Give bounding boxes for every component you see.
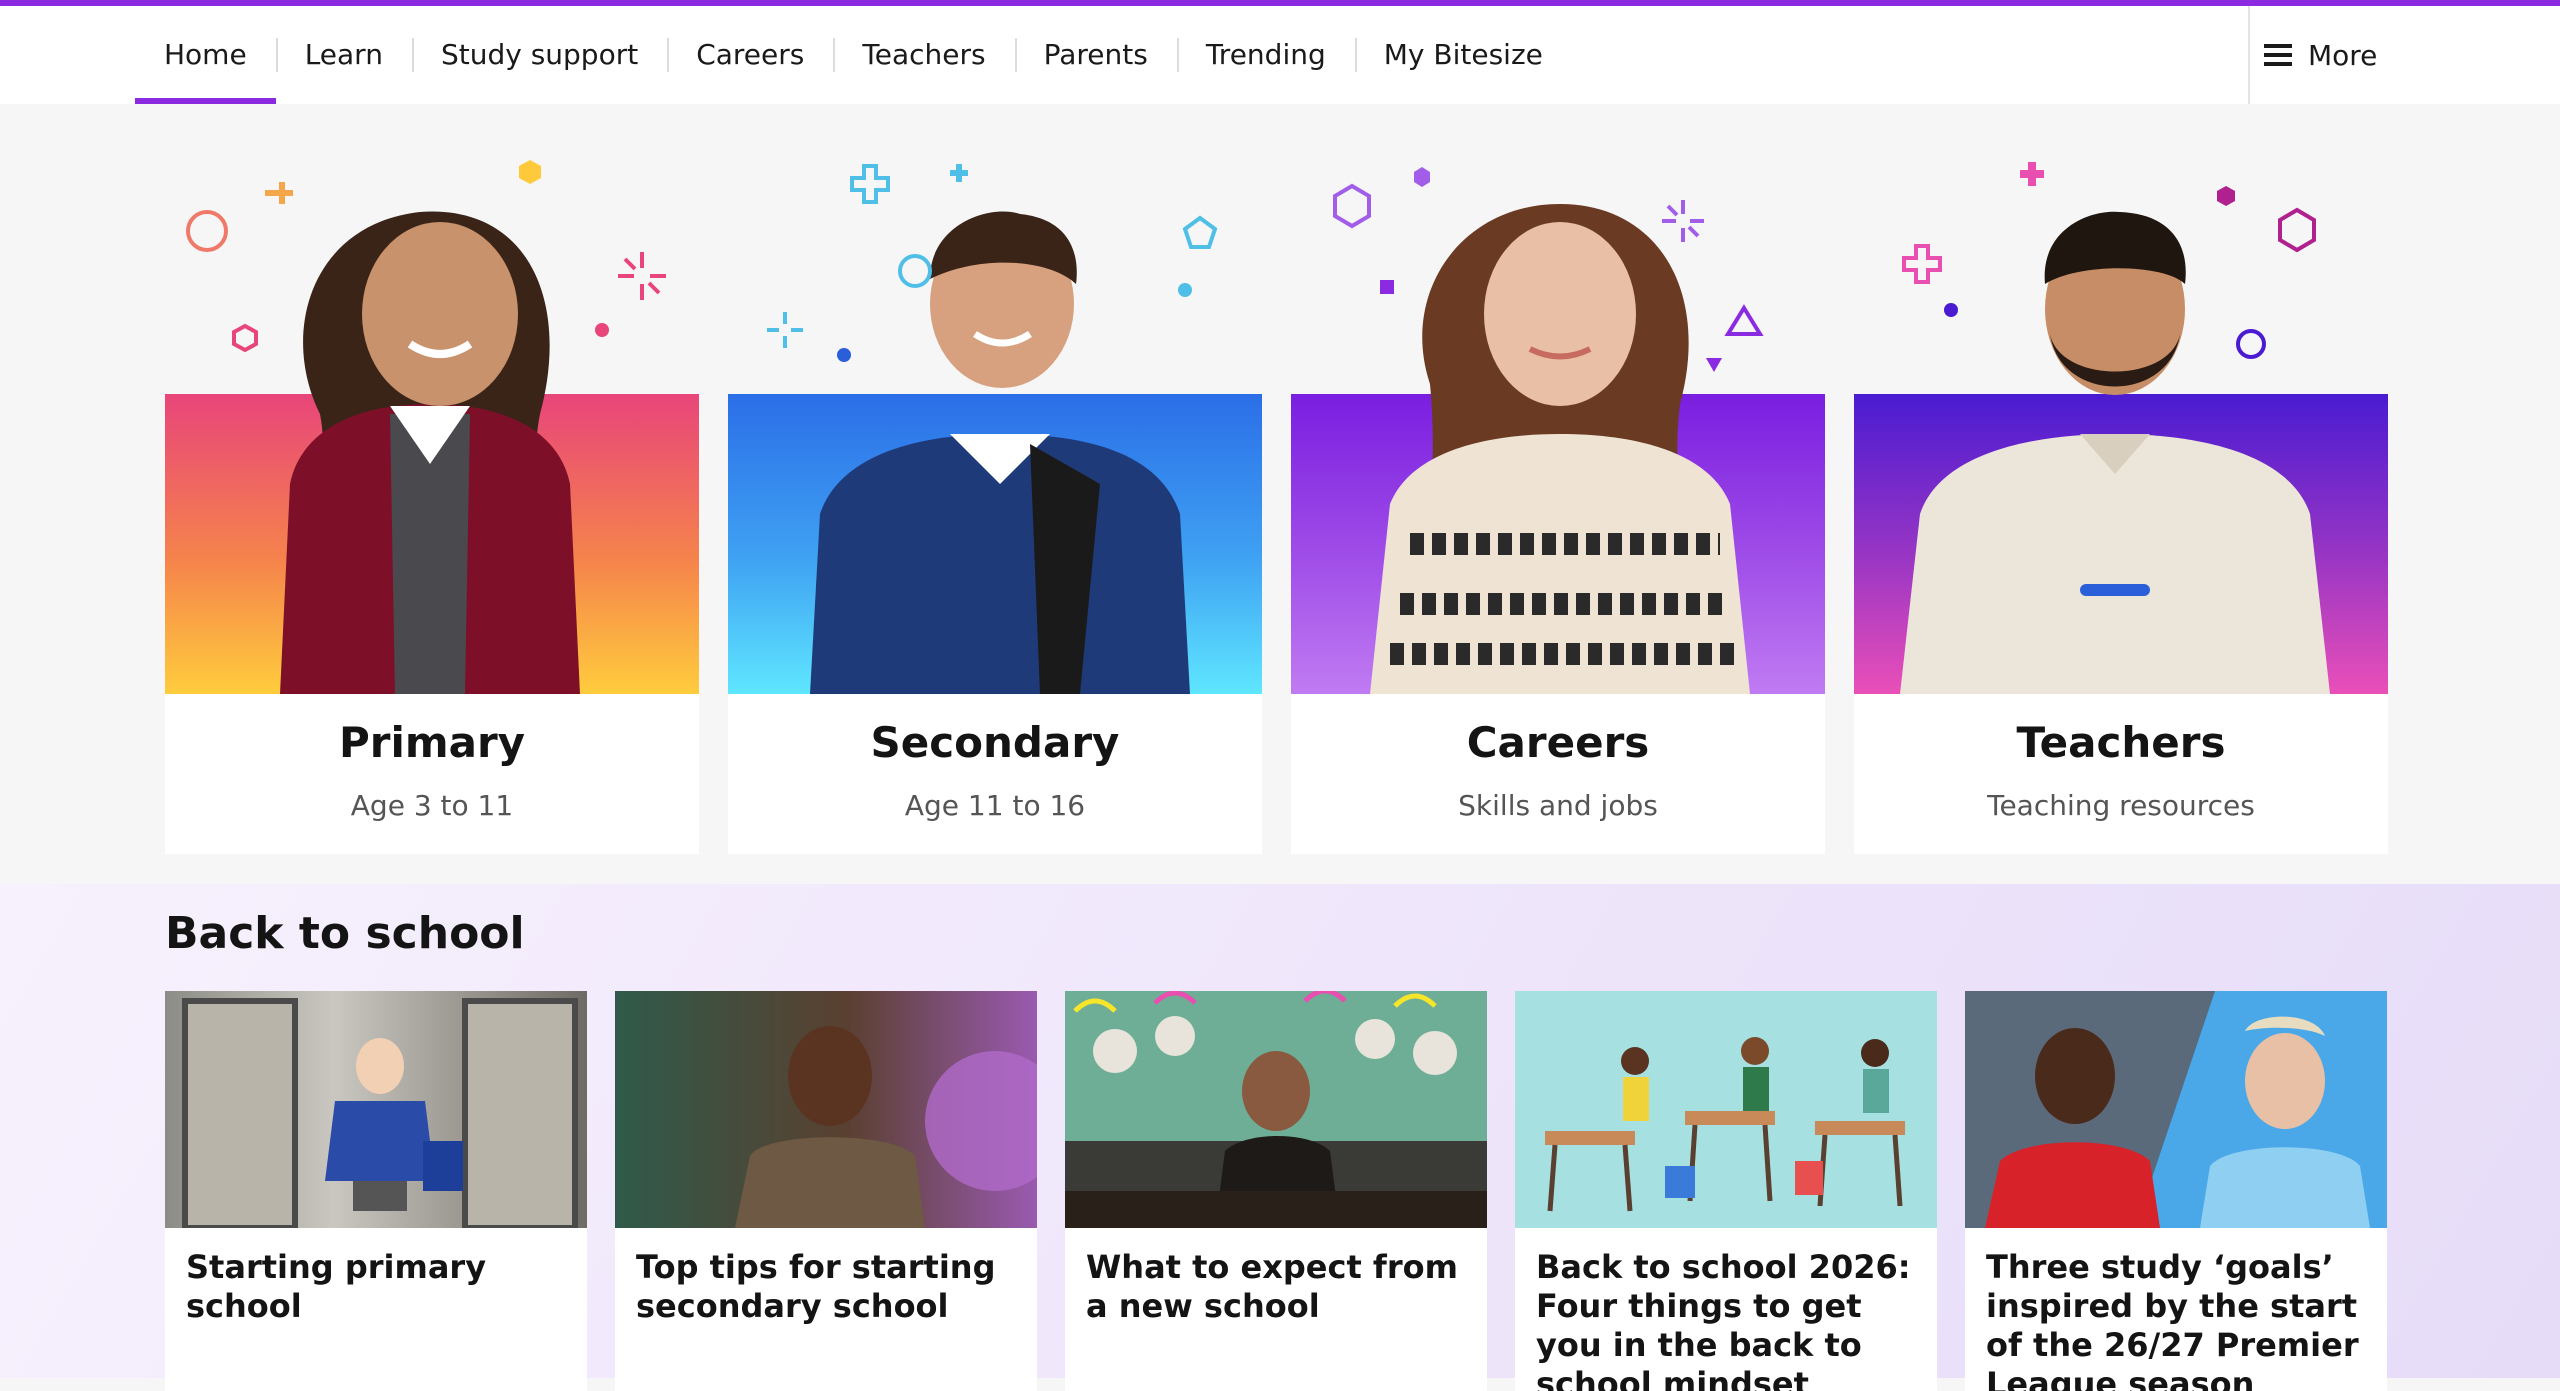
audience-cards-section: Primary Age 3 to 11 Secondary Age 11 to … — [0, 104, 2560, 884]
nav-trending[interactable]: Trending — [1176, 6, 1355, 104]
classroom-desks-illustration — [1545, 1037, 1905, 1212]
nav-teachers[interactable]: Teachers — [833, 6, 1014, 104]
tile-title: Back to school 2026: Four things to get … — [1536, 1248, 1911, 1391]
decorative-shapes — [186, 160, 2316, 372]
card-subtitle: Age 3 to 11 — [350, 789, 514, 822]
careers-card-body: Careers Skills and jobs — [1291, 694, 1825, 854]
school-door-illustration — [182, 998, 578, 1228]
tile-new-school[interactable]: What to expect from a new school — [1065, 991, 1487, 1391]
students-group-illustration — [1065, 991, 1487, 1228]
tile-starting-primary[interactable]: Starting primary school — [165, 991, 587, 1391]
card-title: Secondary — [870, 718, 1120, 767]
primary-card-body: Primary Age 3 to 11 — [165, 694, 699, 854]
hamburger-icon — [2264, 44, 2292, 66]
nav-careers[interactable]: Careers — [667, 6, 833, 104]
secondary-card-body: Secondary Age 11 to 16 — [728, 694, 1262, 854]
back-to-school-section: Back to school Starting primary school T… — [0, 884, 2560, 1391]
tile-image — [1515, 991, 1937, 1228]
card-subtitle: Skills and jobs — [1458, 789, 1658, 822]
card-subtitle: Teaching resources — [1987, 789, 2255, 822]
tile-image — [165, 991, 587, 1228]
card-subtitle: Age 11 to 16 — [904, 789, 1086, 822]
card-title: Careers — [1466, 718, 1650, 767]
tile-secondary-tips[interactable]: Top tips for starting secondary school — [615, 991, 1037, 1391]
section-title: Back to school — [165, 908, 525, 959]
nav-parents[interactable]: Parents — [1014, 6, 1177, 104]
tile-image — [1965, 991, 2387, 1228]
footballers-illustration — [1965, 991, 2387, 1228]
card-title: Teachers — [2016, 718, 2226, 767]
teachers-card-body: Teachers Teaching resources — [1854, 694, 2388, 854]
nav-my-bitesize[interactable]: My Bitesize — [1354, 6, 1572, 104]
more-label: More — [2308, 38, 2378, 72]
tile-title: Starting primary school — [186, 1248, 487, 1325]
main-navigation: Home Learn Study support Careers Teacher… — [0, 6, 2560, 104]
tile-image — [1065, 991, 1487, 1228]
nav-home[interactable]: Home — [135, 6, 276, 104]
tile-back-to-school-2026[interactable]: Back to school 2026: Four things to get … — [1515, 991, 1937, 1391]
nav-learn[interactable]: Learn — [275, 6, 412, 104]
tile-title: Three study ‘goals’ inspired by the star… — [1986, 1248, 2359, 1391]
more-menu-button[interactable]: More — [2248, 6, 2560, 104]
nav-study-support[interactable]: Study support — [411, 6, 667, 104]
tile-title: What to expect from a new school — [1086, 1248, 1458, 1325]
nav-items: Home Learn Study support Careers Teacher… — [135, 6, 1572, 104]
student-portrait-illustration — [735, 1026, 1037, 1228]
tile-image — [615, 991, 1037, 1228]
tile-title: Top tips for starting secondary school — [636, 1248, 996, 1325]
card-title: Primary — [338, 718, 526, 767]
tile-study-goals[interactable]: Three study ‘goals’ inspired by the star… — [1965, 991, 2387, 1391]
